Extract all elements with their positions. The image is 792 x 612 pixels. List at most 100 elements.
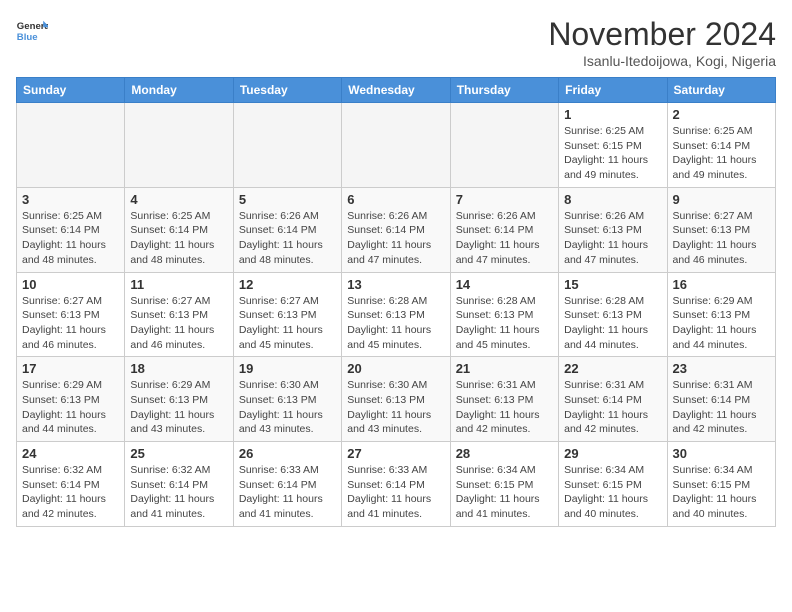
day-info: Sunrise: 6:28 AM Sunset: 6:13 PM Dayligh…	[564, 294, 661, 353]
calendar-cell: 7 Sunrise: 6:26 AM Sunset: 6:14 PM Daylig…	[450, 187, 558, 272]
day-info: Sunrise: 6:25 AM Sunset: 6:14 PM Dayligh…	[673, 124, 770, 183]
calendar-cell: 29Sunrise: 6:34 AM Sunset: 6:15 PM Dayli…	[559, 442, 667, 527]
day-number: 26	[239, 446, 336, 461]
calendar-cell	[17, 103, 125, 188]
day-info: Sunrise: 6:28 AM Sunset: 6:13 PM Dayligh…	[347, 294, 444, 353]
day-number: 27	[347, 446, 444, 461]
calendar-cell: 2Sunrise: 6:25 AM Sunset: 6:14 PM Daylig…	[667, 103, 775, 188]
day-number: 30	[673, 446, 770, 461]
calendar-cell: 12 Sunrise: 6:27 AM Sunset: 6:13 PM Dayli…	[233, 272, 341, 357]
calendar-cell: 9 Sunrise: 6:27 AM Sunset: 6:13 PM Daylig…	[667, 187, 775, 272]
calendar-cell: 16 Sunrise: 6:29 AM Sunset: 6:13 PM Dayli…	[667, 272, 775, 357]
calendar-cell: 8 Sunrise: 6:26 AM Sunset: 6:13 PM Daylig…	[559, 187, 667, 272]
calendar-cell: 6 Sunrise: 6:26 AM Sunset: 6:14 PM Daylig…	[342, 187, 450, 272]
day-number: 11	[130, 277, 227, 292]
day-number: 19	[239, 361, 336, 376]
day-number: 4	[130, 192, 227, 207]
calendar-cell: 21Sunrise: 6:31 AM Sunset: 6:13 PM Dayli…	[450, 357, 558, 442]
day-info: Sunrise: 6:25 AM Sunset: 6:14 PM Dayligh…	[130, 209, 227, 268]
day-info: Sunrise: 6:27 AM Sunset: 6:13 PM Dayligh…	[130, 294, 227, 353]
calendar-cell: 23 Sunrise: 6:31 AM Sunset: 6:14 PM Dayli…	[667, 357, 775, 442]
day-info: Sunrise: 6:26 AM Sunset: 6:14 PM Dayligh…	[456, 209, 553, 268]
day-number: 9	[673, 192, 770, 207]
day-number: 15	[564, 277, 661, 292]
calendar-table: SundayMondayTuesdayWednesdayThursdayFrid…	[16, 77, 776, 527]
day-info: Sunrise: 6:26 AM Sunset: 6:14 PM Dayligh…	[347, 209, 444, 268]
day-info: Sunrise: 6:29 AM Sunset: 6:13 PM Dayligh…	[22, 378, 119, 437]
calendar-cell: 11 Sunrise: 6:27 AM Sunset: 6:13 PM Dayli…	[125, 272, 233, 357]
logo: General Blue	[16, 16, 52, 48]
day-info: Sunrise: 6:30 AM Sunset: 6:13 PM Dayligh…	[347, 378, 444, 437]
day-info: Sunrise: 6:34 AM Sunset: 6:15 PM Dayligh…	[456, 463, 553, 522]
day-number: 25	[130, 446, 227, 461]
calendar-cell: 27Sunrise: 6:33 AM Sunset: 6:14 PM Dayli…	[342, 442, 450, 527]
week-row-4: 17 Sunrise: 6:29 AM Sunset: 6:13 PM Dayli…	[17, 357, 776, 442]
day-number: 21	[456, 361, 553, 376]
day-number: 7	[456, 192, 553, 207]
calendar-cell: 18 Sunrise: 6:29 AM Sunset: 6:13 PM Dayli…	[125, 357, 233, 442]
calendar-cell: 26 Sunrise: 6:33 AM Sunset: 6:14 PM Dayli…	[233, 442, 341, 527]
weekday-thursday: Thursday	[450, 78, 558, 103]
calendar-cell: 4 Sunrise: 6:25 AM Sunset: 6:14 PM Daylig…	[125, 187, 233, 272]
calendar-cell: 25 Sunrise: 6:32 AM Sunset: 6:14 PM Dayli…	[125, 442, 233, 527]
page-header: General Blue November 2024 Isanlu-Itedoi…	[16, 16, 776, 69]
weekday-tuesday: Tuesday	[233, 78, 341, 103]
day-info: Sunrise: 6:32 AM Sunset: 6:14 PM Dayligh…	[130, 463, 227, 522]
calendar-cell	[125, 103, 233, 188]
calendar-cell: 17 Sunrise: 6:29 AM Sunset: 6:13 PM Dayli…	[17, 357, 125, 442]
week-row-3: 10 Sunrise: 6:27 AM Sunset: 6:13 PM Dayli…	[17, 272, 776, 357]
day-number: 12	[239, 277, 336, 292]
day-info: Sunrise: 6:25 AM Sunset: 6:15 PM Dayligh…	[564, 124, 661, 183]
calendar-cell	[342, 103, 450, 188]
day-number: 14	[456, 277, 553, 292]
week-row-5: 24 Sunrise: 6:32 AM Sunset: 6:14 PM Dayli…	[17, 442, 776, 527]
day-number: 24	[22, 446, 119, 461]
weekday-wednesday: Wednesday	[342, 78, 450, 103]
day-info: Sunrise: 6:26 AM Sunset: 6:13 PM Dayligh…	[564, 209, 661, 268]
calendar-cell	[233, 103, 341, 188]
day-number: 23	[673, 361, 770, 376]
day-info: Sunrise: 6:31 AM Sunset: 6:14 PM Dayligh…	[673, 378, 770, 437]
day-info: Sunrise: 6:27 AM Sunset: 6:13 PM Dayligh…	[239, 294, 336, 353]
day-number: 6	[347, 192, 444, 207]
calendar-cell: 10 Sunrise: 6:27 AM Sunset: 6:13 PM Dayli…	[17, 272, 125, 357]
calendar-cell: 13 Sunrise: 6:28 AM Sunset: 6:13 PM Dayli…	[342, 272, 450, 357]
weekday-saturday: Saturday	[667, 78, 775, 103]
calendar-cell: 22 Sunrise: 6:31 AM Sunset: 6:14 PM Dayli…	[559, 357, 667, 442]
day-number: 17	[22, 361, 119, 376]
day-info: Sunrise: 6:29 AM Sunset: 6:13 PM Dayligh…	[130, 378, 227, 437]
day-number: 5	[239, 192, 336, 207]
day-number: 29	[564, 446, 661, 461]
calendar-cell: 24 Sunrise: 6:32 AM Sunset: 6:14 PM Dayli…	[17, 442, 125, 527]
day-number: 8	[564, 192, 661, 207]
day-number: 18	[130, 361, 227, 376]
day-info: Sunrise: 6:34 AM Sunset: 6:15 PM Dayligh…	[673, 463, 770, 522]
calendar-cell: 15 Sunrise: 6:28 AM Sunset: 6:13 PM Dayli…	[559, 272, 667, 357]
calendar-cell: 3Sunrise: 6:25 AM Sunset: 6:14 PM Daylig…	[17, 187, 125, 272]
day-info: Sunrise: 6:27 AM Sunset: 6:13 PM Dayligh…	[22, 294, 119, 353]
day-number: 1	[564, 107, 661, 122]
week-row-1: 1 Sunrise: 6:25 AM Sunset: 6:15 PM Daylig…	[17, 103, 776, 188]
day-number: 20	[347, 361, 444, 376]
calendar-cell: 1 Sunrise: 6:25 AM Sunset: 6:15 PM Daylig…	[559, 103, 667, 188]
day-info: Sunrise: 6:29 AM Sunset: 6:13 PM Dayligh…	[673, 294, 770, 353]
day-info: Sunrise: 6:31 AM Sunset: 6:14 PM Dayligh…	[564, 378, 661, 437]
day-number: 10	[22, 277, 119, 292]
svg-text:Blue: Blue	[17, 32, 38, 43]
day-info: Sunrise: 6:27 AM Sunset: 6:13 PM Dayligh…	[673, 209, 770, 268]
calendar-cell: 20 Sunrise: 6:30 AM Sunset: 6:13 PM Dayli…	[342, 357, 450, 442]
weekday-header-row: SundayMondayTuesdayWednesdayThursdayFrid…	[17, 78, 776, 103]
weekday-monday: Monday	[125, 78, 233, 103]
day-info: Sunrise: 6:33 AM Sunset: 6:14 PM Dayligh…	[239, 463, 336, 522]
title-block: November 2024 Isanlu-Itedoijowa, Kogi, N…	[548, 16, 776, 69]
day-number: 13	[347, 277, 444, 292]
calendar-cell: 5Sunrise: 6:26 AM Sunset: 6:14 PM Daylig…	[233, 187, 341, 272]
month-title: November 2024	[548, 16, 776, 53]
calendar-cell	[450, 103, 558, 188]
day-number: 22	[564, 361, 661, 376]
week-row-2: 3Sunrise: 6:25 AM Sunset: 6:14 PM Daylig…	[17, 187, 776, 272]
calendar-cell: 19Sunrise: 6:30 AM Sunset: 6:13 PM Dayli…	[233, 357, 341, 442]
calendar-cell: 14Sunrise: 6:28 AM Sunset: 6:13 PM Dayli…	[450, 272, 558, 357]
day-info: Sunrise: 6:32 AM Sunset: 6:14 PM Dayligh…	[22, 463, 119, 522]
day-number: 16	[673, 277, 770, 292]
